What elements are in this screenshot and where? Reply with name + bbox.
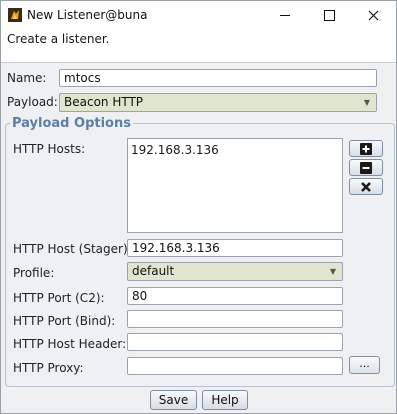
payload-select-value: Beacon HTTP bbox=[64, 95, 144, 109]
clear-hosts-button[interactable] bbox=[349, 178, 383, 195]
profile-select-value: default bbox=[132, 264, 175, 278]
http-host-header-label: HTTP Host Header: bbox=[13, 337, 127, 351]
list-item[interactable]: 192.168.3.136 bbox=[131, 143, 339, 157]
http-hosts-label: HTTP Hosts: bbox=[13, 142, 86, 156]
name-field[interactable]: mtocs bbox=[59, 69, 377, 87]
new-listener-dialog: New Listener@buna Create a listener. Nam… bbox=[0, 0, 397, 414]
close-button[interactable] bbox=[351, 1, 395, 29]
cobalt-strike-app-icon bbox=[8, 8, 22, 22]
payload-options-title: Payload Options bbox=[10, 116, 133, 131]
maximize-icon bbox=[323, 9, 335, 21]
maximize-button[interactable] bbox=[307, 1, 351, 29]
minimize-button[interactable] bbox=[263, 1, 307, 29]
save-button[interactable]: Save bbox=[150, 390, 197, 410]
help-button[interactable]: Help bbox=[202, 390, 248, 410]
http-port-c2-label: HTTP Port (C2): bbox=[13, 291, 105, 305]
http-hosts-list[interactable]: 192.168.3.136 bbox=[127, 138, 343, 233]
http-host-stager-label: HTTP Host (Stager): bbox=[13, 242, 132, 256]
minimize-icon bbox=[280, 14, 290, 16]
http-host-stager-field[interactable]: 192.168.3.136 bbox=[127, 239, 343, 257]
minus-icon bbox=[360, 161, 372, 174]
payload-label: Payload: bbox=[7, 95, 58, 109]
title-bar[interactable]: New Listener@buna bbox=[1, 1, 396, 29]
remove-host-button[interactable] bbox=[349, 159, 383, 176]
http-port-c2-field[interactable]: 80 bbox=[127, 287, 343, 305]
http-host-header-field[interactable] bbox=[127, 333, 343, 351]
payload-select[interactable]: Beacon HTTP ▼ bbox=[59, 93, 377, 112]
http-proxy-field[interactable] bbox=[127, 357, 343, 375]
http-port-bind-field[interactable] bbox=[127, 310, 343, 328]
http-port-bind-label: HTTP Port (Bind): bbox=[13, 314, 116, 328]
add-host-button[interactable] bbox=[349, 140, 383, 157]
proxy-browse-button[interactable]: ... bbox=[349, 356, 380, 374]
close-icon bbox=[368, 10, 378, 20]
window-title: New Listener@buna bbox=[27, 8, 148, 22]
plus-icon bbox=[360, 142, 372, 155]
dialog-description: Create a listener. bbox=[1, 29, 396, 63]
chevron-down-icon: ▼ bbox=[329, 267, 337, 276]
chevron-down-icon: ▼ bbox=[363, 98, 371, 107]
description-text: Create a listener. bbox=[7, 32, 110, 46]
x-icon bbox=[361, 181, 371, 192]
http-proxy-label: HTTP Proxy: bbox=[13, 361, 84, 375]
profile-select[interactable]: default ▼ bbox=[127, 262, 343, 281]
name-label: Name: bbox=[7, 71, 47, 85]
profile-label: Profile: bbox=[13, 266, 55, 280]
